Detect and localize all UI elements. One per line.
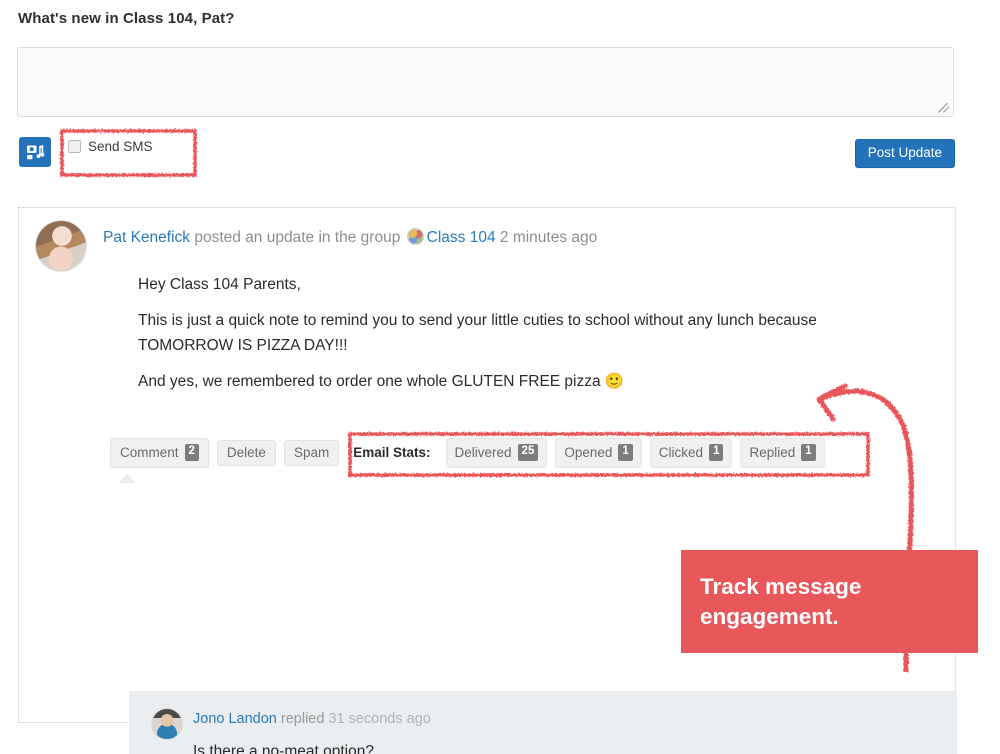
group-avatar-icon: [406, 228, 424, 245]
stat-label: Delivered: [454, 444, 512, 460]
composer-title: What's new in Class 104, Pat?: [18, 10, 235, 27]
stat-label: Clicked: [658, 444, 704, 460]
avatar[interactable]: [151, 708, 183, 740]
send-sms-control[interactable]: Send SMS: [68, 139, 153, 154]
post-timestamp: 2 minutes ago: [499, 229, 598, 246]
media-attachment-icon: [26, 144, 44, 159]
send-sms-label: Send SMS: [88, 139, 153, 154]
post-action-text: posted an update in the group: [194, 229, 401, 246]
delete-button[interactable]: Delete: [216, 439, 276, 466]
stat-count-badge: 1: [709, 444, 724, 461]
post-paragraph: And yes, we remembered to order one whol…: [138, 373, 625, 391]
post-header: [35, 220, 87, 272]
post-paragraph: Hey Class 104 Parents,: [138, 276, 301, 293]
comment-button[interactable]: Comment 2: [110, 438, 209, 468]
spam-button[interactable]: Spam: [283, 439, 340, 466]
post-update-button[interactable]: Post Update: [854, 139, 955, 168]
annotation-callout: Track message engagement.: [681, 550, 978, 653]
comment-author-link[interactable]: Jono Landon: [193, 711, 277, 727]
media-attachment-button[interactable]: [19, 137, 51, 167]
email-stats-label: Email Stats:: [353, 445, 431, 461]
comment-meta: Jono Landon replied 31 seconds ago: [193, 711, 431, 727]
annotation-callout-text: Track message engagement.: [700, 572, 861, 632]
stat-count-badge: 1: [801, 444, 816, 461]
callout-line-1: Track message: [700, 573, 862, 599]
stat-opened[interactable]: Opened 1: [555, 438, 642, 468]
avatar[interactable]: [35, 220, 87, 272]
callout-line-2: engagement.: [700, 603, 839, 629]
stat-delivered[interactable]: Delivered 25: [445, 438, 548, 468]
comment-body: Is there a no-meat option?: [193, 743, 374, 754]
update-textarea[interactable]: [17, 47, 954, 117]
comment-timestamp: 31 seconds ago: [328, 711, 431, 727]
send-sms-checkbox[interactable]: [68, 140, 81, 153]
post-body: Hey Class 104 Parents, This is just a qu…: [138, 272, 908, 405]
page-root: What's new in Class 104, Pat? Send SMS P…: [0, 0, 1000, 754]
stat-count-badge: 25: [517, 444, 539, 461]
stat-clicked[interactable]: Clicked 1: [649, 438, 733, 468]
comment-count-badge: 2: [184, 444, 199, 461]
post-action-bar: Comment 2 Delete Spam Email Stats: Deliv…: [110, 438, 825, 468]
stat-label: Replied: [749, 444, 796, 460]
stat-label: Opened: [564, 444, 613, 460]
stat-replied[interactable]: Replied 1: [740, 438, 825, 468]
post-author-link[interactable]: Pat Kenefick: [103, 229, 190, 246]
post-paragraph: This is just a quick note to remind you …: [138, 312, 817, 355]
comment-action-text: replied: [280, 711, 325, 727]
post-meta: Pat Kenefick posted an update in the gro…: [103, 228, 597, 247]
comment-caret: [118, 474, 136, 483]
comment-button-label: Comment: [120, 444, 179, 460]
stat-count-badge: 1: [618, 444, 633, 461]
comment-thread: Jono Landon replied 31 seconds ago Is th…: [129, 691, 957, 754]
post-group-link[interactable]: Class 104: [427, 229, 496, 246]
